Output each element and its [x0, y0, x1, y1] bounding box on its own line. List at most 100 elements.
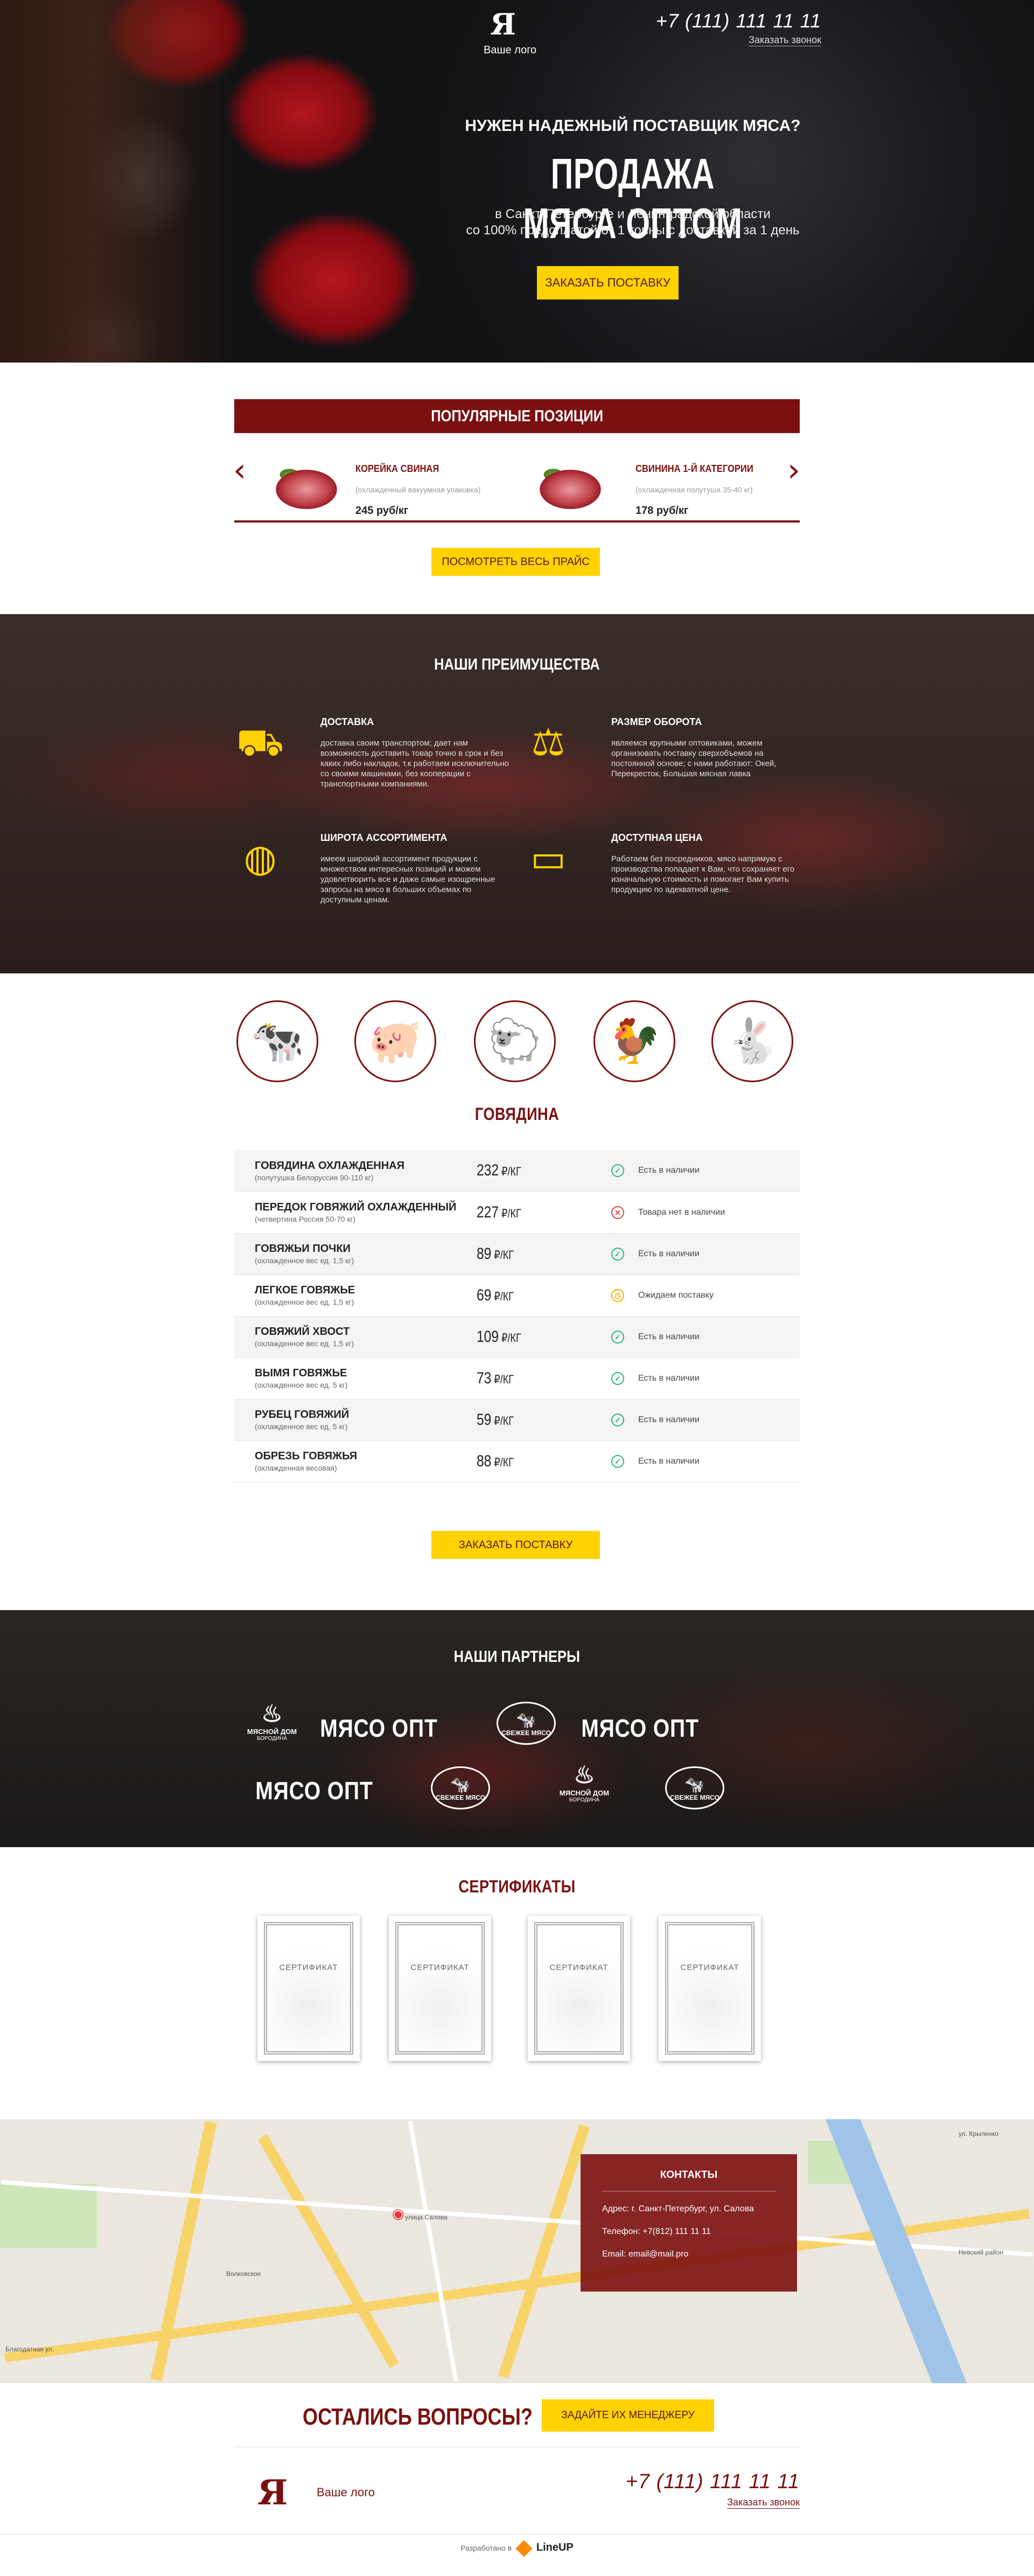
- partners-title-text: НАШИ ПАРТНЕРЫ: [453, 1648, 581, 1666]
- status-ok-icon: ✓: [611, 1413, 624, 1426]
- product-desc: (охлажденная весовая): [255, 1464, 337, 1472]
- order-delivery-button[interactable]: ЗАКАЗАТЬ ПОСТАВКУ: [431, 1531, 600, 1559]
- sheep-icon[interactable]: 🐑: [474, 1000, 556, 1082]
- partner-logo: МЯСО ОПТ: [320, 1714, 438, 1742]
- certificate[interactable]: СЕРТИФИКАТ: [528, 1916, 630, 2061]
- status-ok-icon: ✓: [611, 1454, 624, 1468]
- advantages-section: НАШИ ПРЕИМУЩЕСТВА ⛟ ДОСТАВКА доставка св…: [0, 614, 1034, 973]
- product-price: 69: [477, 1286, 492, 1304]
- order-delivery-button[interactable]: ЗАКАЗАТЬ ПОСТАВКУ: [537, 266, 679, 300]
- price-cell: 88 ₽/КГ: [477, 1440, 587, 1482]
- pig-icon[interactable]: 🐖: [354, 1000, 436, 1082]
- partner-logo: МЯСО ОПТ: [255, 1777, 373, 1805]
- status-text: Есть в наличии: [638, 1249, 700, 1258]
- product-name: ПЕРЕДОК ГОВЯЖИЙ ОХЛАЖДЕННЫЙ: [255, 1201, 457, 1213]
- partner-logo: ♨ МЯСНОЙ ДОМ БОРОДИНА: [552, 1762, 617, 1803]
- cow-icon: 🐄: [450, 1776, 471, 1794]
- certificate-label: СЕРТИФИКАТ: [395, 1922, 485, 2055]
- price-unit: ₽/КГ: [494, 1248, 514, 1262]
- price-row: ПЕРЕДОК ГОВЯЖИЙ ОХЛАЖДЕННЫЙ (четвертина Р…: [234, 1192, 800, 1234]
- product-price: 109: [477, 1327, 499, 1346]
- price-row: ГОВЯДИНА ОХЛАЖДЕННАЯ (полутушка Белорусси…: [234, 1150, 800, 1192]
- map-river: [823, 2119, 975, 2383]
- logo-text: Ваше лого: [484, 44, 537, 56]
- product-cell: ГОВЯЖИЙ ХВОСТ (охлажденное вес ед. 1,5 кг…: [234, 1316, 477, 1358]
- logo[interactable]: Я Ваше лого: [484, 6, 537, 57]
- advantages-title-text: НАШИ ПРЕИМУЩЕСТВА: [434, 656, 600, 673]
- price-cell: 109 ₽/КГ: [477, 1316, 587, 1358]
- product-price: 245 руб/кг: [355, 505, 409, 517]
- status-cell: ✓ Есть в наличии: [611, 1316, 800, 1358]
- footer: Я Ваше лого +7 (111) 111 11 11 Заказать …: [0, 2448, 1034, 2534]
- status-text: Есть в наличии: [638, 1373, 700, 1383]
- status-text: Есть в наличии: [638, 1166, 700, 1175]
- certificate[interactable]: СЕРТИФИКАТ: [659, 1916, 761, 2061]
- status-text: Товара нет в наличии: [638, 1207, 725, 1217]
- status-no-icon: ✕: [611, 1206, 624, 1219]
- header-phone[interactable]: +7 (111) 111 11 11: [656, 10, 821, 32]
- map-section[interactable]: улица Салова Волковское Благодатная ул. …: [0, 2119, 1034, 2383]
- product-price: 89: [477, 1244, 492, 1263]
- cow-icon[interactable]: 🐄: [236, 1000, 318, 1082]
- status-cell: ✓ Есть в наличии: [611, 1357, 800, 1400]
- partners-title: НАШИ ПАРТНЕРЫ: [0, 1648, 1034, 1666]
- price-row: ГОВЯЖЬИ ПОЧКИ (охлажденное вес ед. 1,5 кг…: [234, 1233, 800, 1275]
- contacts-email[interactable]: Email: email@mail.pro: [602, 2250, 776, 2259]
- partner-logo: 🐄 СВЕЖЕЕ МЯСО: [497, 1702, 556, 1745]
- popular-title: ПОПУЛЯРНЫЕ ПОЗИЦИИ: [431, 407, 603, 425]
- hero-section: Я Ваше лого +7 (111) 111 11 11 Заказать …: [0, 0, 1034, 363]
- certificates-title: СЕРТИФИКАТЫ: [458, 1877, 576, 1896]
- status-ok-icon: ✓: [611, 1371, 624, 1385]
- hero-tagline: НУЖЕН НАДЕЖНЫЙ ПОСТАВЩИК МЯСА?: [465, 117, 801, 135]
- product-name: ГОВЯДИНА ОХЛАЖДЕННАЯ: [255, 1159, 404, 1172]
- footer-contacts: +7 (111) 111 11 11 Заказать звонок: [626, 2470, 800, 2509]
- advantage-name: ДОСТАВКА: [320, 716, 374, 727]
- footer-phone[interactable]: +7 (111) 111 11 11: [626, 2470, 800, 2494]
- advantage-desc: доставка своим транспортом; дает нам воз…: [320, 739, 509, 789]
- advantage-item: ⛟ ДОСТАВКА доставка своим транспортом; д…: [234, 716, 509, 797]
- hero-background: [0, 0, 232, 363]
- product-name: ОБРЕЗЬ ГОВЯЖЬЯ: [255, 1450, 358, 1462]
- ask-manager-button[interactable]: ЗАДАЙТЕ ИХ МЕНЕДЖЕРУ: [542, 2399, 714, 2432]
- footer-logo-text: Ваше лого: [317, 2486, 375, 2499]
- partner-logo: ♨ МЯСНОЙ ДОМ БОРОДИНА: [240, 1701, 304, 1742]
- price-row: ЛЕГКОЕ ГОВЯЖЬЕ (охлажденное вес ед. 1,5 к…: [234, 1275, 800, 1317]
- partner-logo: 🐄 СВЕЖЕЕ МЯСО: [431, 1766, 490, 1809]
- advantage-name: РАЗМЕР ОБОРОТА: [611, 716, 702, 727]
- map-road: [408, 2121, 458, 2382]
- product-cell: ОБРЕЗЬ ГОВЯЖЬЯ (охлажденная весовая): [234, 1440, 477, 1482]
- advantage-name: ШИРОТА АССОРТИМЕНТА: [320, 832, 448, 843]
- advantage-item: ▭ ДОСТУПНАЯ ЦЕНА Работаем без посреднико…: [528, 832, 797, 913]
- product-cell: ПЕРЕДОК ГОВЯЖИЙ ОХЛАЖДЕННЫЙ (четвертина Р…: [234, 1192, 477, 1234]
- certificate[interactable]: СЕРТИФИКАТ: [389, 1916, 491, 2061]
- product-cell: ЛЕГКОЕ ГОВЯЖЬЕ (охлажденное вес ед. 1,5 к…: [234, 1275, 477, 1317]
- partners-section: НАШИ ПАРТНЕРЫ ♨ МЯСНОЙ ДОМ БОРОДИНА МЯСО…: [0, 1610, 1034, 1847]
- status-cell: ✓ Есть в наличии: [611, 1440, 800, 1482]
- product-image: [264, 457, 349, 516]
- price-unit: ₽/КГ: [494, 1289, 514, 1303]
- contacts-phone[interactable]: Телефон: +7(812) 111 11 11: [602, 2227, 776, 2237]
- partner-logo-text: МЯСНОЙ ДОМ: [247, 1728, 297, 1736]
- call-back-link[interactable]: Заказать звонок: [749, 34, 821, 46]
- partner-logo-text: СВЕЖЕЕ МЯСО: [670, 1794, 719, 1801]
- developer-brand[interactable]: LineUP: [536, 2542, 574, 2553]
- product-price: 59: [477, 1410, 492, 1429]
- price-row: ГОВЯЖИЙ ХВОСТ (охлажденное вес ед. 1,5 кг…: [234, 1316, 800, 1358]
- rabbit-icon[interactable]: 🐇: [711, 1000, 793, 1082]
- popular-carousel: КОРЕЙКА СВИНАЯ (охлажденный вакуумная уп…: [234, 442, 800, 523]
- catalog-section: 🐄 🐖 🐑 🐓 🐇 ГОВЯДИНА ГОВЯДИНА ОХЛАЖДЕННАЯ(…: [0, 973, 1034, 1610]
- certificate[interactable]: СЕРТИФИКАТ: [257, 1916, 360, 2061]
- footer-logo-icon[interactable]: Я: [257, 2473, 288, 2513]
- chicken-icon[interactable]: 🐓: [593, 1000, 675, 1082]
- map-park: [0, 2184, 97, 2248]
- advantage-desc: имеем широкий ассортимент продукции с мн…: [320, 854, 495, 904]
- view-price-button[interactable]: ПОСМОТРЕТЬ ВЕСЬ ПРАЙС: [431, 548, 600, 576]
- certificates-section: СЕРТИФИКАТЫ СЕРТИФИКАТ СЕРТИФИКАТ СЕРТИФ…: [0, 1847, 1034, 2119]
- contacts-card: КОНТАКТЫ Адрес: г. Санкт-Петербург, ул. …: [581, 2154, 797, 2292]
- product-desc: (полутушка Белоруссия 90-110 кг): [255, 1173, 374, 1182]
- footer-call-link[interactable]: Заказать звонок: [727, 2497, 800, 2509]
- partner-logo-text: СВЕЖЕЕ МЯСО: [501, 1729, 551, 1737]
- price-unit: ₽/КГ: [501, 1165, 521, 1179]
- hand-truck-icon: ⚖: [531, 720, 565, 764]
- partner-logo: 🐄 СВЕЖЕЕ МЯСО: [665, 1766, 724, 1809]
